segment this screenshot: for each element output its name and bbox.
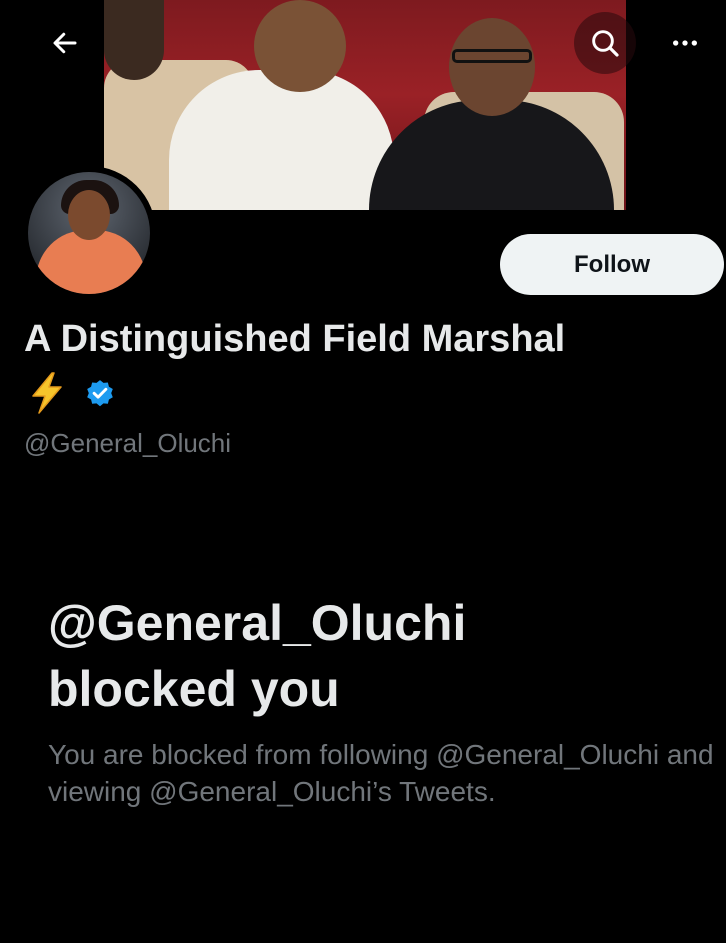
blocked-title-text: blocked you [48,661,340,717]
name-badges [30,372,116,414]
blocked-title: @General_Oluchi blocked you [48,590,708,722]
search-button[interactable] [574,12,636,74]
lightning-emoji-icon [32,372,62,414]
banner-glasses [452,49,532,63]
search-icon [592,30,619,57]
more-options-button[interactable] [654,12,716,74]
display-name: A Distinguished Field Marshal [24,318,566,360]
more-horizontal-icon [673,40,697,46]
avatar-face [68,190,110,240]
avatar-photo [28,172,150,294]
blocked-description: You are blocked from following @General_… [48,739,714,807]
banner-person [104,0,164,80]
banner-person [169,70,394,210]
profile-banner-image[interactable] [104,0,626,210]
avatar[interactable] [22,166,156,300]
banner-person-head [254,0,346,92]
profile-handle: @General_Oluchi [24,428,232,458]
verified-badge-icon[interactable] [84,377,116,409]
back-button[interactable] [34,12,96,74]
follow-button[interactable]: Follow [500,234,724,295]
blocked-title-handle: @General_Oluchi [48,595,467,651]
banner-person-head [449,18,535,116]
arrow-left-icon [53,32,77,54]
